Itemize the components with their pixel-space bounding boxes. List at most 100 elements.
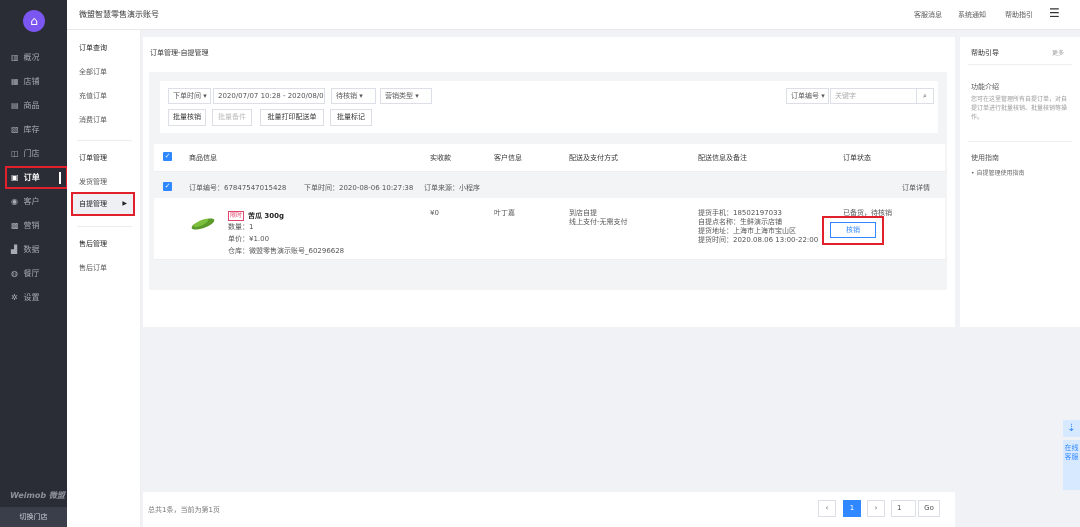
col-delivery: 配送及支付方式 (569, 154, 618, 162)
nav-label: 库存 (23, 125, 40, 134)
switch-store-button[interactable]: 切换门店 (0, 507, 67, 527)
order-checkbox[interactable]: ✓ (163, 182, 172, 191)
pickup-point: 自提点名称：生鲜演示店铺 (698, 218, 782, 226)
nav-item-inventory[interactable]: ▧ 库存 (0, 120, 67, 140)
divider (77, 226, 132, 227)
chart-icon: ▥ (11, 53, 19, 62)
submenu-item-consume-orders[interactable]: 消费订单 (79, 115, 107, 125)
page-jump-input[interactable]: 1 (891, 500, 916, 517)
order-submenu: 订单查询 全部订单 充值订单 消费订单 订单管理 发货管理 自提管理 ▶ 售后管理… (67, 30, 141, 527)
submenu-item-recharge-orders[interactable]: 充值订单 (79, 91, 107, 101)
order-source: 订单来源：小程序 (424, 184, 480, 192)
nav-item-customer[interactable]: ◉ 客户 (0, 192, 67, 212)
submenu-item-all-orders[interactable]: 全部订单 (79, 67, 107, 77)
nav-label: 店铺 (23, 77, 40, 86)
submenu-group-order-manage: 订单管理 (79, 154, 107, 162)
submenu-item-shipping[interactable]: 发货管理 (79, 177, 107, 187)
product-thumbnail (191, 218, 215, 230)
submenu-item-aftersale-orders[interactable]: 售后订单 (79, 263, 107, 273)
search-icon[interactable]: ⌕ (916, 88, 934, 104)
select-value: 订单编号 (791, 92, 819, 100)
next-page-button[interactable]: › (867, 500, 885, 517)
top-header: 微盟智慧零售演示账号 客服消息 系统通知 帮助指引 ☰ (67, 0, 1080, 30)
system-notice-link[interactable]: 系统通知 (958, 10, 986, 20)
data-icon: ▟ (11, 245, 18, 254)
main-sidebar: ⌂ ▥ 概况 ▦ 店铺 ▤ 商品 ▧ 库存 ◫ 门店 ▣ 订单 ◉ 客户 ▩ 营… (0, 0, 67, 527)
help-panel: 帮助引导 更多 功能介绍 您可在这里管理所有自提订单，对自提订单进行批量核销、批… (960, 37, 1080, 327)
customer-icon: ◉ (11, 197, 18, 206)
brand-logo: Weimob 微盟 (10, 491, 65, 500)
page-1-button[interactable]: 1 (843, 500, 861, 517)
app-logo-icon[interactable]: ⌂ (23, 10, 45, 32)
nav-label: 商品 (23, 101, 40, 110)
col-info: 配送信息及备注 (698, 154, 747, 162)
status-select[interactable]: 待核销 ▾ (331, 88, 376, 104)
store-icon: ▦ (11, 77, 19, 86)
goods-icon: ▤ (11, 101, 19, 110)
pickup-phone: 提货手机：18502197033 (698, 209, 782, 217)
customer-message-link[interactable]: 客服消息 (914, 10, 942, 20)
divider (968, 141, 1072, 142)
batch-print-button[interactable]: 批量打印配送单 (260, 109, 324, 126)
usage-guide-link[interactable]: • 自提管理使用指南 (971, 169, 1024, 178)
nav-item-settings[interactable]: ✲ 设置 (0, 288, 67, 308)
pickup-time: 提货时间：2020.08.06 13:00-22:00 (698, 236, 819, 244)
nav-label: 设置 (23, 293, 40, 302)
nav-item-goods[interactable]: ▤ 商品 (0, 96, 67, 116)
nav-item-overview[interactable]: ▥ 概况 (0, 48, 67, 68)
product-price: 单价：¥1.00 (228, 235, 270, 243)
highlight-order-nav (5, 166, 68, 189)
restaurant-icon: ◍ (11, 269, 18, 278)
product-warehouse: 仓库：微盟零售演示账号_60296628 (228, 247, 345, 255)
table-header: ✓ 商品信息 实收款 客户信息 配送及支付方式 配送信息及备注 订单状态 (154, 144, 945, 172)
time-type-select[interactable]: 下单时间 ▾ (168, 88, 211, 104)
sales-type-select[interactable]: 营销类型 ▾ (380, 88, 432, 104)
pickup-address: 提货地址：上海市上海市宝山区 (698, 227, 796, 235)
nav-item-data[interactable]: ▟ 数据 (0, 240, 67, 260)
highlight-pickup-submenu (71, 192, 135, 216)
inventory-icon: ▧ (11, 125, 19, 134)
nav-item-marketing[interactable]: ▩ 营销 (0, 216, 67, 236)
prev-page-button[interactable]: ‹ (818, 500, 836, 517)
online-service-button[interactable]: 在线客服 (1063, 440, 1080, 490)
function-intro-title: 功能介绍 (971, 83, 999, 91)
nav-label: 营销 (23, 221, 40, 230)
go-button[interactable]: Go (918, 500, 940, 517)
keyword-input[interactable]: 关键字 (830, 88, 917, 104)
product-name[interactable]: 苦瓜 300g (248, 211, 284, 221)
nav-label: 数据 (23, 245, 40, 254)
select-all-checkbox[interactable]: ✓ (163, 152, 172, 161)
nav-item-store[interactable]: ▦ 店铺 (0, 72, 67, 92)
select-value: 下单时间 (173, 92, 201, 100)
product-qty: 数量：1 (228, 223, 254, 231)
customer-name[interactable]: 叶丁嘉 (494, 209, 515, 218)
marketing-icon: ▩ (11, 221, 19, 230)
col-customer: 客户信息 (494, 154, 522, 162)
order-detail-link[interactable]: 订单详情 (902, 183, 930, 193)
account-title: 微盟智慧零售演示账号 (79, 10, 159, 19)
pagination-info: 总共1条，当前为第1页 (148, 506, 220, 514)
batch-ship-button[interactable]: 批量备件 (212, 109, 252, 126)
nav-label: 餐厅 (23, 269, 40, 278)
download-icon[interactable]: ⇣ (1063, 420, 1080, 437)
order-time: 下单时间：2020-08-06 10:27:38 (304, 184, 414, 192)
order-no-select[interactable]: 订单编号 ▾ (786, 88, 829, 104)
date-range-input[interactable]: 2020/07/07 10:28 - 2020/08/06 (213, 88, 325, 104)
select-value: 营销类型 (385, 92, 413, 100)
more-link[interactable]: 更多 (1052, 48, 1064, 57)
submenu-group-aftersale: 售后管理 (79, 240, 107, 248)
paid-amount: ¥0 (430, 209, 439, 217)
nav-item-restaurant[interactable]: ◍ 餐厅 (0, 264, 67, 284)
pagination-bar: 总共1条，当前为第1页 ‹ 1 › 1 Go (143, 492, 955, 527)
delivery-method: 到店自提 (569, 209, 597, 217)
help-guide-link[interactable]: 帮助指引 (1005, 10, 1033, 20)
nav-item-shop[interactable]: ◫ 门店 (0, 144, 67, 164)
batch-verify-button[interactable]: 批量核销 (168, 109, 206, 126)
batch-mark-button[interactable]: 批量标记 (330, 109, 372, 126)
usage-guide-title: 使用指南 (971, 154, 999, 162)
nav-label: 门店 (23, 149, 40, 158)
col-product: 商品信息 (189, 154, 217, 162)
hamburger-menu-icon[interactable]: ☰ (1049, 6, 1060, 20)
submenu-group-order-query: 订单查询 (79, 44, 107, 52)
payment-method: 线上支付-无需支付 (569, 218, 628, 226)
